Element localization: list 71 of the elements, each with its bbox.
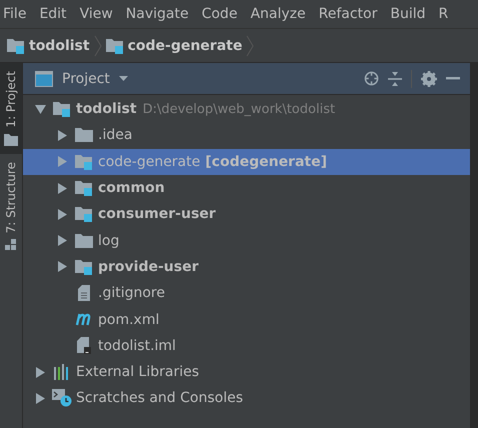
item-label: common [98,180,165,196]
tree-item[interactable]: External Libraries [23,358,470,386]
breadcrumb-item[interactable]: code-generate [128,38,242,54]
tree-item[interactable]: todolist D:\develop\web_work\todolist [23,96,470,122]
libraries-icon [53,364,71,380]
item-label: log [98,232,120,249]
folder-icon [4,134,18,146]
window-icon [35,70,53,86]
collapsed-arrow-icon[interactable] [36,366,44,378]
menu-item[interactable]: Refactor [318,6,378,22]
menu-item[interactable]: View [80,6,113,22]
item-label: pom.xml [98,312,160,328]
collapsed-arrow-icon[interactable] [36,392,44,404]
breadcrumb-item[interactable]: todolist [29,38,90,54]
module-folder-icon [75,180,93,196]
tree-item[interactable]: Scratches and Consoles [23,385,470,412]
settings-icon[interactable] [421,70,437,86]
collapsed-arrow-icon[interactable] [58,182,66,194]
module-folder-icon [75,206,93,222]
collapse-all-icon[interactable] [388,72,402,86]
tree-item[interactable]: .idea [23,122,470,149]
menu-item[interactable]: Code [202,6,238,22]
structure-icon [5,238,17,251]
tree-item[interactable]: log [23,227,470,254]
panel-title[interactable]: Project [62,70,110,86]
menu-item[interactable]: R [438,6,448,22]
item-label: consumer-user [98,206,216,222]
module-name: [codegenerate] [205,154,327,170]
side-tab[interactable]: 7: Structure [0,154,22,259]
module-file-icon [77,337,91,354]
tree-item[interactable]: todolist.iml [23,332,470,359]
item-label: provide-user [98,258,198,275]
item-label: todolist [76,101,137,118]
maven-icon [75,313,93,326]
tree-item[interactable]: common [23,174,470,202]
module-folder-icon [7,38,25,54]
item-label: Scratches and Consoles [76,390,243,406]
module-folder-icon [53,101,71,118]
menu-item[interactable]: Navigate [126,6,189,22]
crosshair-icon[interactable] [364,71,379,86]
minimize-icon[interactable] [446,77,460,80]
module-folder-icon [75,154,93,170]
folder-icon [75,128,93,142]
item-label: todolist.iml [98,338,176,354]
project-path: D:\develop\web_work\todolist [142,102,336,117]
menu-item[interactable]: File [3,6,26,22]
item-label: .gitignore [98,285,165,302]
side-tab[interactable]: 1: Project [0,63,22,154]
scratches-icon [52,389,72,408]
item-label: code-generate [98,154,200,170]
tree-item[interactable]: provide-user [23,254,470,280]
collapsed-arrow-icon[interactable] [58,208,66,220]
expanded-arrow-icon[interactable] [34,104,46,114]
item-label: .idea [98,127,132,144]
menu-item[interactable]: Build [390,6,426,22]
tree-item[interactable]: .gitignore [23,280,470,306]
dropdown-caret-icon[interactable] [118,76,128,82]
item-label: External Libraries [76,364,199,380]
folder-icon [75,234,93,248]
collapsed-arrow-icon[interactable] [58,261,66,272]
module-folder-icon [75,258,93,275]
tree-item[interactable]: consumer-user [23,201,470,228]
chevron-icon [246,34,254,56]
menu-item[interactable]: Analyze [250,6,306,22]
collapsed-arrow-icon[interactable] [58,130,66,141]
tree-item[interactable]: pom.xml [23,306,470,333]
collapsed-arrow-icon[interactable] [58,235,66,246]
module-folder-icon [106,38,124,54]
chevron-icon [94,34,102,56]
menu-item[interactable]: Edit [39,6,67,22]
text-file-icon [78,285,90,302]
